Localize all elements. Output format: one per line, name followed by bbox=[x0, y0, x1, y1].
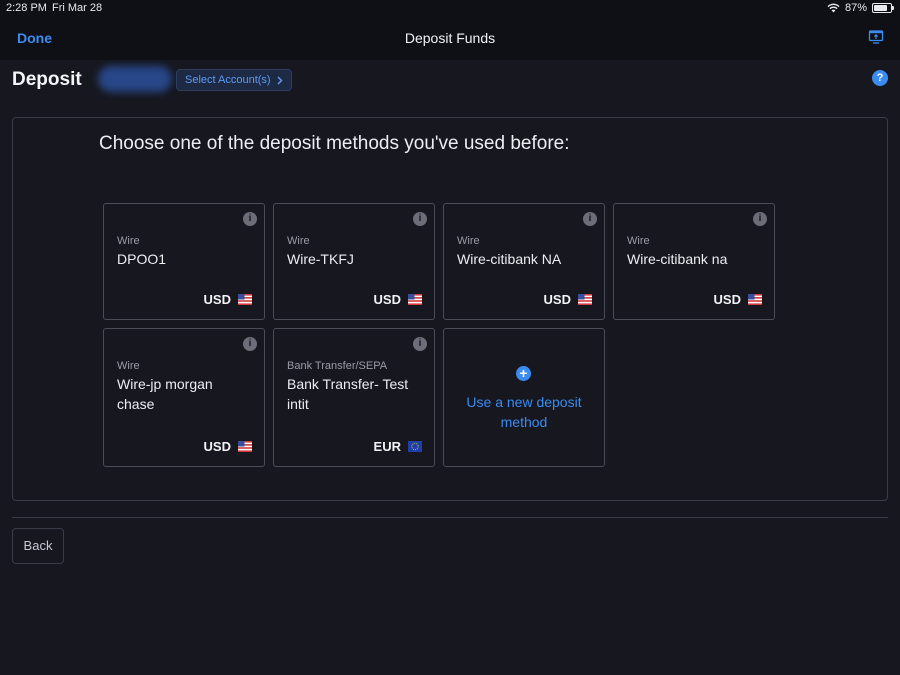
status-date: Fri Mar 28 bbox=[52, 2, 103, 14]
select-accounts-label: Select Account(s) bbox=[185, 74, 271, 86]
method-type: Wire bbox=[117, 235, 140, 247]
currency-code: USD bbox=[203, 439, 231, 454]
footer-divider bbox=[12, 517, 888, 518]
info-icon[interactable]: i bbox=[413, 212, 427, 226]
method-name: Wire-citibank NA bbox=[457, 251, 562, 267]
chevron-right-icon bbox=[277, 75, 283, 85]
method-currency: USD bbox=[374, 292, 422, 307]
us-flag-icon bbox=[238, 441, 252, 452]
deposit-method-card[interactable]: i Wire DPOO1 USD bbox=[103, 203, 265, 320]
deposit-header: Deposit Select Account(s) ? bbox=[12, 66, 888, 94]
info-icon[interactable]: i bbox=[753, 212, 767, 226]
eu-flag-icon bbox=[408, 441, 422, 452]
currency-code: USD bbox=[203, 292, 231, 307]
account-name-redacted bbox=[98, 66, 172, 92]
currency-code: EUR bbox=[373, 439, 401, 454]
back-button[interactable]: Back bbox=[12, 528, 64, 564]
share-screen-icon[interactable] bbox=[868, 29, 884, 45]
deposit-method-card[interactable]: i Wire Wire-citibank NA USD bbox=[443, 203, 605, 320]
method-name: Wire-jp morgan chase bbox=[117, 376, 213, 412]
deposit-method-card[interactable]: i Wire Wire-jp morgan chase USD bbox=[103, 328, 265, 467]
status-bar: 2:28 PM Fri Mar 28 87% bbox=[0, 0, 900, 16]
currency-code: USD bbox=[713, 292, 741, 307]
method-currency: USD bbox=[204, 292, 252, 307]
method-type: Wire bbox=[627, 235, 650, 247]
help-icon[interactable]: ? bbox=[872, 70, 888, 86]
us-flag-icon bbox=[578, 294, 592, 305]
method-name: Wire-citibank na bbox=[627, 251, 728, 267]
currency-code: USD bbox=[373, 292, 401, 307]
method-currency: USD bbox=[714, 292, 762, 307]
us-flag-icon bbox=[748, 294, 762, 305]
plus-icon: + bbox=[516, 366, 531, 381]
us-flag-icon bbox=[408, 294, 422, 305]
info-icon[interactable]: i bbox=[583, 212, 597, 226]
new-method-label: Use a new deposit method bbox=[466, 394, 582, 430]
methods-prompt: Choose one of the deposit methods you've… bbox=[99, 133, 570, 154]
nav-bar: Done Deposit Funds bbox=[0, 16, 900, 60]
battery-icon bbox=[872, 3, 894, 13]
method-currency: USD bbox=[204, 439, 252, 454]
method-type: Wire bbox=[457, 235, 480, 247]
wifi-icon bbox=[827, 3, 840, 13]
battery-percent: 87% bbox=[844, 2, 867, 14]
deposit-method-card[interactable]: i Bank Transfer/SEPA Bank Transfer- Test… bbox=[273, 328, 435, 467]
deposit-methods-panel: Choose one of the deposit methods you've… bbox=[12, 117, 888, 501]
currency-code: USD bbox=[543, 292, 571, 307]
method-currency: EUR bbox=[374, 439, 422, 454]
status-time: 2:28 PM bbox=[6, 2, 47, 14]
method-type: Wire bbox=[117, 360, 140, 372]
new-deposit-method-button[interactable]: + Use a new deposit method bbox=[443, 328, 605, 467]
method-name: Wire-TKFJ bbox=[287, 251, 354, 267]
us-flag-icon bbox=[238, 294, 252, 305]
method-name: Bank Transfer- Test intit bbox=[287, 376, 409, 412]
deposit-method-card[interactable]: i Wire Wire-citibank na USD bbox=[613, 203, 775, 320]
method-type: Wire bbox=[287, 235, 310, 247]
info-icon[interactable]: i bbox=[413, 337, 427, 351]
method-type: Bank Transfer/SEPA bbox=[287, 360, 388, 372]
method-name: DPOO1 bbox=[117, 251, 167, 267]
select-accounts-button[interactable]: Select Account(s) bbox=[176, 69, 292, 91]
info-icon[interactable]: i bbox=[243, 337, 257, 351]
deposit-method-card[interactable]: i Wire Wire-TKFJ USD bbox=[273, 203, 435, 320]
status-indicators: 87% bbox=[827, 2, 894, 14]
deposit-heading: Deposit bbox=[12, 69, 82, 90]
page-title: Deposit Funds bbox=[404, 30, 496, 46]
info-icon[interactable]: i bbox=[243, 212, 257, 226]
method-currency: USD bbox=[544, 292, 592, 307]
